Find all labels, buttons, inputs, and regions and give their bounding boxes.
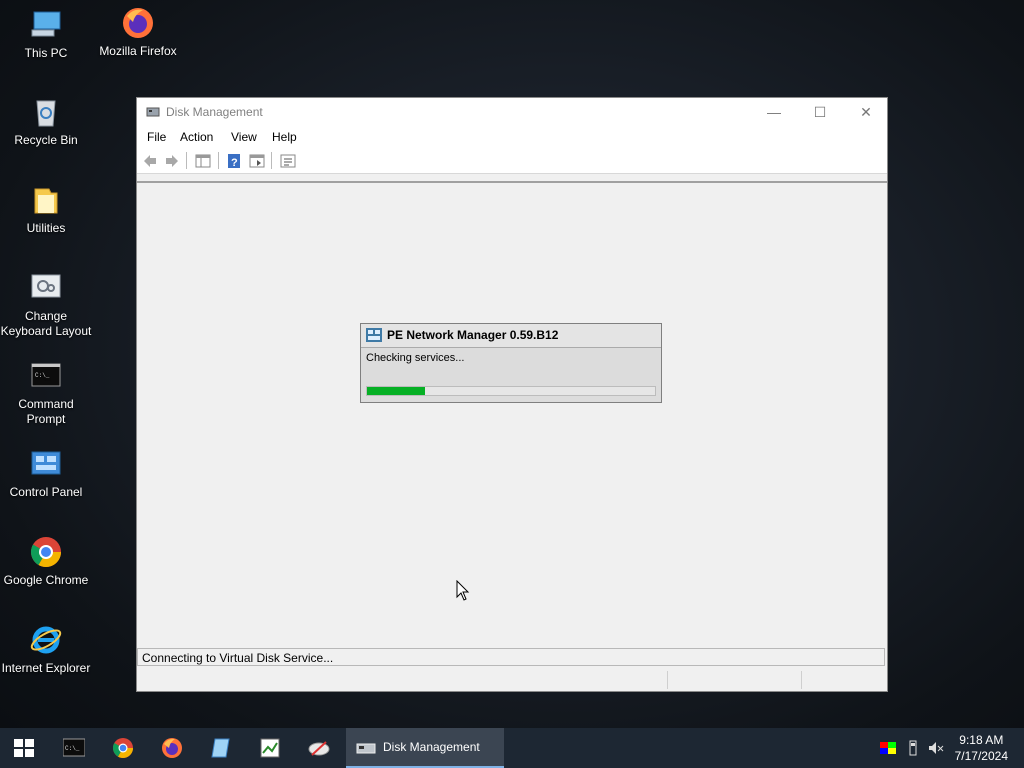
menu-bar: File Action View Help	[137, 126, 887, 148]
menu-file[interactable]: File	[147, 130, 166, 144]
svg-text:?: ?	[231, 157, 238, 169]
desktop-icon-label: This PC	[24, 46, 68, 60]
chrome-icon	[29, 535, 63, 569]
back-icon[interactable]	[142, 153, 158, 169]
content-area	[137, 181, 887, 650]
disk-management-icon	[356, 738, 376, 758]
taskbar-chrome[interactable]	[99, 728, 147, 768]
desktop-icon-label: Internet Explorer	[1, 661, 91, 675]
desktop-icon-internet-explorer[interactable]: Internet Explorer	[0, 623, 92, 676]
desktop-icon-label: Control Panel	[9, 485, 83, 499]
ie-icon	[29, 623, 63, 657]
status-bar	[137, 669, 887, 691]
svg-text:C:\_: C:\_	[35, 372, 50, 379]
taskbar-task-label: Disk Management	[383, 740, 480, 754]
desktop-icon-control-panel[interactable]: Control Panel	[0, 447, 92, 500]
toolbar-separator	[186, 152, 187, 169]
taskbar-image-editor[interactable]	[246, 728, 294, 768]
firefox-icon	[121, 6, 155, 40]
toolbar: ?	[137, 148, 887, 174]
clock-time: 9:18 AM	[959, 733, 1004, 747]
volume-muted-icon[interactable]	[928, 740, 944, 756]
taskbar-cmd[interactable]: C:\_	[50, 728, 98, 768]
taskbar-disk-management[interactable]: Disk Management	[346, 728, 504, 768]
cmd-icon: C:\_	[29, 359, 63, 393]
desktop-icon-label: Mozilla Firefox	[99, 44, 177, 58]
network-manager-icon	[366, 328, 382, 342]
snipping-tool-icon	[308, 737, 330, 759]
firefox-icon	[161, 737, 183, 759]
progress-fill	[367, 387, 425, 395]
desktop-icon-firefox[interactable]: Mozilla Firefox	[92, 6, 184, 59]
desktop-icon-label: Utilities	[26, 221, 66, 235]
desktop-icon-label: Google Chrome	[3, 573, 89, 587]
keyboard-settings-icon	[29, 271, 63, 305]
menu-action[interactable]: Action	[180, 130, 213, 144]
minimize-button[interactable]: —	[751, 98, 797, 126]
this-pc-icon	[29, 8, 63, 42]
notepad-icon	[210, 737, 232, 759]
clock[interactable]: 9:18 AM 7/17/2024	[955, 732, 1008, 764]
status-separator	[667, 671, 668, 689]
show-action-pane-icon[interactable]	[249, 153, 265, 169]
desktop-icon-google-chrome[interactable]: Google Chrome	[0, 535, 92, 588]
status-separator	[801, 671, 802, 689]
desktop-icon-change-keyboard-layout[interactable]: Change Keyboard Layout	[0, 271, 92, 339]
usb-icon[interactable]	[905, 740, 921, 756]
menu-help[interactable]: Help	[272, 130, 297, 144]
close-button[interactable]: ✕	[843, 98, 889, 126]
title-bar[interactable]: Disk Management — ☐ ✕	[137, 98, 887, 126]
image-editor-icon	[259, 737, 281, 759]
control-panel-icon	[29, 447, 63, 481]
svg-text:C:\_: C:\_	[65, 745, 80, 752]
taskbar-notepad[interactable]	[197, 728, 245, 768]
menu-view[interactable]: View	[231, 130, 257, 144]
toolbar-separator	[271, 152, 272, 169]
properties-icon[interactable]	[280, 153, 296, 169]
taskbar-snipping-tool[interactable]	[295, 728, 343, 768]
desktop-icon-this-pc[interactable]: This PC	[0, 8, 92, 61]
taskbar-firefox[interactable]	[148, 728, 196, 768]
network-color-icon[interactable]	[880, 740, 896, 756]
maximize-button[interactable]: ☐	[797, 98, 843, 126]
window-title: Disk Management	[166, 105, 263, 119]
mouse-cursor	[456, 579, 470, 602]
forward-icon[interactable]	[164, 153, 180, 169]
cmd-icon: C:\_	[62, 737, 86, 759]
pe-network-manager-dialog: PE Network Manager 0.59.B12 Checking ser…	[360, 323, 662, 403]
desktop-icon-label: Change Keyboard Layout	[0, 309, 92, 338]
clock-date: 7/17/2024	[954, 749, 1008, 763]
progress-bar	[366, 386, 656, 396]
taskbar: C:\_ Disk Management 9:18 AM 7/17/2024	[0, 728, 1024, 768]
dialog-message: Checking services...	[366, 352, 465, 364]
show-hide-console-tree-icon[interactable]	[195, 153, 211, 169]
desktop-icon-label: Command Prompt	[18, 397, 74, 426]
chrome-icon	[112, 737, 134, 759]
help-icon[interactable]: ?	[226, 153, 242, 169]
toolbar-separator	[218, 152, 219, 169]
recycle-bin-icon	[29, 95, 63, 129]
desktop-icon-command-prompt[interactable]: C:\_ Command Prompt	[0, 359, 92, 427]
desktop-icon-utilities[interactable]: Utilities	[0, 183, 92, 236]
start-icon	[13, 737, 35, 759]
dialog-header: PE Network Manager 0.59.B12	[361, 324, 661, 348]
status-text: Connecting to Virtual Disk Service...	[137, 648, 885, 666]
start-button[interactable]	[0, 728, 48, 768]
disk-management-icon	[146, 105, 160, 119]
desktop-icon-label: Recycle Bin	[14, 133, 78, 147]
desktop-icon-recycle-bin[interactable]: Recycle Bin	[0, 95, 92, 148]
folder-icon	[29, 183, 63, 217]
dialog-title: PE Network Manager 0.59.B12	[387, 328, 559, 342]
